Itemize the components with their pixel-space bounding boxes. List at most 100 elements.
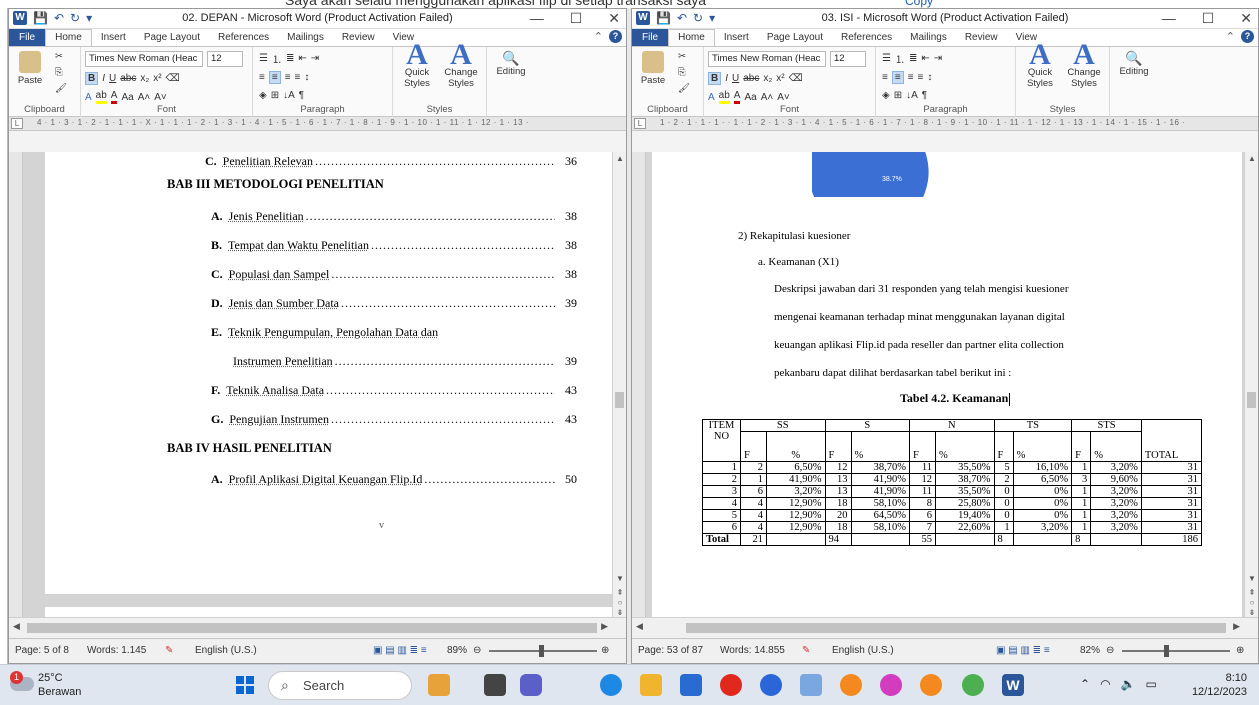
horizontal-scrollbar[interactable]: ◀ ▶ bbox=[9, 617, 626, 638]
help-icon[interactable]: ? bbox=[609, 30, 622, 43]
tab-selector[interactable]: L bbox=[11, 118, 23, 129]
minimize-icon[interactable]: — bbox=[530, 10, 544, 27]
editing-button[interactable]: 🔍 Editing bbox=[491, 51, 531, 77]
firefox-icon[interactable] bbox=[840, 674, 862, 696]
zoom-out-icon[interactable]: ⊖ bbox=[473, 645, 481, 656]
sort-icon[interactable]: ↓A bbox=[906, 90, 918, 101]
clear-format-icon[interactable]: ⌫ bbox=[166, 73, 180, 84]
subscript-icon[interactable]: x₂ bbox=[140, 73, 149, 84]
browse-object-icon[interactable]: ○ bbox=[1245, 598, 1258, 607]
weather-widget[interactable]: 1 bbox=[10, 671, 34, 695]
scroll-left-icon[interactable]: ◀ bbox=[636, 621, 643, 632]
change-case-icon[interactable]: Aa bbox=[744, 92, 756, 103]
toc-entry[interactable]: D. Jenis dan Sumber Data ...............… bbox=[211, 296, 577, 311]
multilevel-list-icon[interactable]: ≣ bbox=[286, 53, 294, 64]
format-painter-icon[interactable]: 🖌 bbox=[55, 83, 67, 94]
bullets-icon[interactable]: ☰ bbox=[259, 53, 268, 64]
increase-indent-icon[interactable]: ⇥ bbox=[311, 53, 319, 64]
subscript-icon[interactable]: x₂ bbox=[763, 73, 772, 84]
justify-icon[interactable]: ≡ bbox=[295, 72, 301, 83]
maximize-icon[interactable]: ☐ bbox=[1202, 10, 1215, 27]
scroll-right-icon[interactable]: ▶ bbox=[601, 621, 608, 632]
tab-page-layout[interactable]: Page Layout bbox=[135, 32, 209, 46]
word-count[interactable]: Words: 14.855 bbox=[720, 645, 785, 656]
align-right-icon[interactable]: ≡ bbox=[285, 72, 291, 83]
copy-icon[interactable]: ⎘ bbox=[678, 67, 686, 78]
volume-icon[interactable]: 🔈 bbox=[1121, 677, 1136, 691]
cut-icon[interactable]: ✂ bbox=[678, 51, 686, 62]
shading-icon[interactable]: ◈ bbox=[259, 90, 267, 101]
browse-object-icon[interactable]: ○ bbox=[613, 598, 626, 607]
align-left-icon[interactable]: ≡ bbox=[882, 72, 888, 83]
tab-page-layout[interactable]: Page Layout bbox=[758, 32, 832, 46]
prev-page-icon[interactable]: ⇞ bbox=[613, 588, 626, 597]
scroll-thumb[interactable] bbox=[615, 392, 624, 408]
numbering-icon[interactable]: ⒈ bbox=[272, 51, 282, 66]
widget-icon[interactable] bbox=[428, 674, 450, 696]
toc-entry[interactable]: G. Pengujian Instrumen .................… bbox=[211, 412, 577, 427]
prev-page-icon[interactable]: ⇞ bbox=[1245, 588, 1258, 597]
toc-entry[interactable]: A. Profil Aplikasi Digital Keuangan Flip… bbox=[211, 472, 577, 487]
underline-icon[interactable]: U bbox=[732, 73, 739, 84]
borders-icon[interactable]: ⊞ bbox=[894, 90, 902, 101]
show-marks-icon[interactable]: ¶ bbox=[922, 90, 927, 101]
toc-entry[interactable]: C. Populasi dan Sampel .................… bbox=[211, 267, 577, 282]
tab-references[interactable]: References bbox=[209, 32, 278, 46]
decrease-indent-icon[interactable]: ⇤ bbox=[921, 53, 929, 64]
word-count[interactable]: Words: 1.145 bbox=[87, 645, 146, 656]
collapse-ribbon-icon[interactable]: ⌃ bbox=[1226, 30, 1235, 43]
zoom-out-icon[interactable]: ⊖ bbox=[1106, 645, 1114, 656]
highlight-icon[interactable]: ab bbox=[718, 90, 730, 104]
h-scroll-thumb[interactable] bbox=[686, 623, 1226, 633]
help-icon[interactable]: ? bbox=[1241, 30, 1254, 43]
toc-entry[interactable]: F. Teknik Analisa Data .................… bbox=[211, 383, 577, 398]
scroll-down-icon[interactable]: ▼ bbox=[613, 574, 626, 583]
text-effects-icon[interactable]: A bbox=[85, 92, 92, 103]
strikethrough-icon[interactable]: abc bbox=[743, 73, 759, 84]
increase-indent-icon[interactable]: ⇥ bbox=[934, 53, 942, 64]
toc-entry[interactable]: B. Tempat dan Waktu Penelitian .........… bbox=[211, 238, 577, 253]
next-page[interactable] bbox=[45, 607, 612, 617]
show-marks-icon[interactable]: ¶ bbox=[299, 90, 304, 101]
change-case-icon[interactable]: Aa bbox=[121, 92, 133, 103]
pie-chart[interactable]: 38.7% bbox=[812, 152, 932, 197]
chevron-up-icon[interactable]: ⌃ bbox=[1080, 677, 1090, 691]
battery-icon[interactable]: ▭ bbox=[1146, 677, 1157, 691]
numbering-icon[interactable]: ⒈ bbox=[895, 51, 905, 66]
page-count[interactable]: Page: 5 of 8 bbox=[15, 645, 69, 656]
shading-icon[interactable]: ◈ bbox=[882, 90, 890, 101]
sort-icon[interactable]: ↓A bbox=[283, 90, 295, 101]
align-left-icon[interactable]: ≡ bbox=[259, 72, 265, 83]
firefox-icon-2[interactable] bbox=[920, 674, 942, 696]
multilevel-list-icon[interactable]: ≣ bbox=[909, 53, 917, 64]
minimize-icon[interactable]: — bbox=[1162, 10, 1176, 27]
change-styles-button[interactable]: A Change Styles bbox=[439, 40, 483, 90]
superscript-icon[interactable]: x² bbox=[153, 73, 161, 84]
text-effects-icon[interactable]: A bbox=[708, 92, 715, 103]
store-icon[interactable] bbox=[680, 674, 702, 696]
vertical-scrollbar[interactable]: ▲ ▼ ⇞ ○ ⇟ bbox=[612, 152, 626, 617]
font-name-box[interactable]: Times New Roman (Heac bbox=[708, 51, 826, 67]
zoom-level[interactable]: 89% bbox=[447, 645, 467, 656]
format-painter-icon[interactable]: 🖌 bbox=[678, 83, 690, 94]
toc-entry[interactable]: E. Teknik Pengumpulan, Pengolahan Data d… bbox=[211, 325, 577, 340]
chat-icon[interactable] bbox=[520, 674, 542, 696]
toc-entry[interactable]: A. Jenis Penelitian ....................… bbox=[211, 209, 577, 224]
tab-home[interactable]: Home bbox=[668, 29, 715, 46]
weather-text[interactable]: 25°C Berawan bbox=[38, 671, 81, 699]
bullets-icon[interactable]: ☰ bbox=[882, 53, 891, 64]
page-count[interactable]: Page: 53 of 87 bbox=[638, 645, 703, 656]
clock[interactable]: 8:10 12/12/2023 bbox=[1192, 671, 1247, 699]
scroll-down-icon[interactable]: ▼ bbox=[1245, 574, 1258, 583]
edge-icon[interactable] bbox=[600, 674, 622, 696]
zoom-level[interactable]: 82% bbox=[1080, 645, 1100, 656]
tab-insert[interactable]: Insert bbox=[715, 32, 758, 46]
quick-styles-button[interactable]: A Quick Styles bbox=[395, 40, 439, 90]
font-color-icon[interactable]: A bbox=[733, 90, 741, 104]
horizontal-ruler[interactable]: L 4 · 1 · 3 · 1 · 2 · 1 · 1 · 1 · X · 1 … bbox=[9, 117, 626, 131]
view-buttons[interactable]: ▣ ▤ ▥ ≣ ≡ bbox=[373, 645, 427, 656]
table-caption[interactable]: Tabel 4.2. Keamanan bbox=[900, 391, 1011, 406]
line-spacing-icon[interactable]: ↕ bbox=[304, 72, 309, 83]
change-styles-button[interactable]: A Change Styles bbox=[1062, 40, 1106, 90]
shrink-font-icon[interactable]: A˅ bbox=[154, 92, 167, 103]
